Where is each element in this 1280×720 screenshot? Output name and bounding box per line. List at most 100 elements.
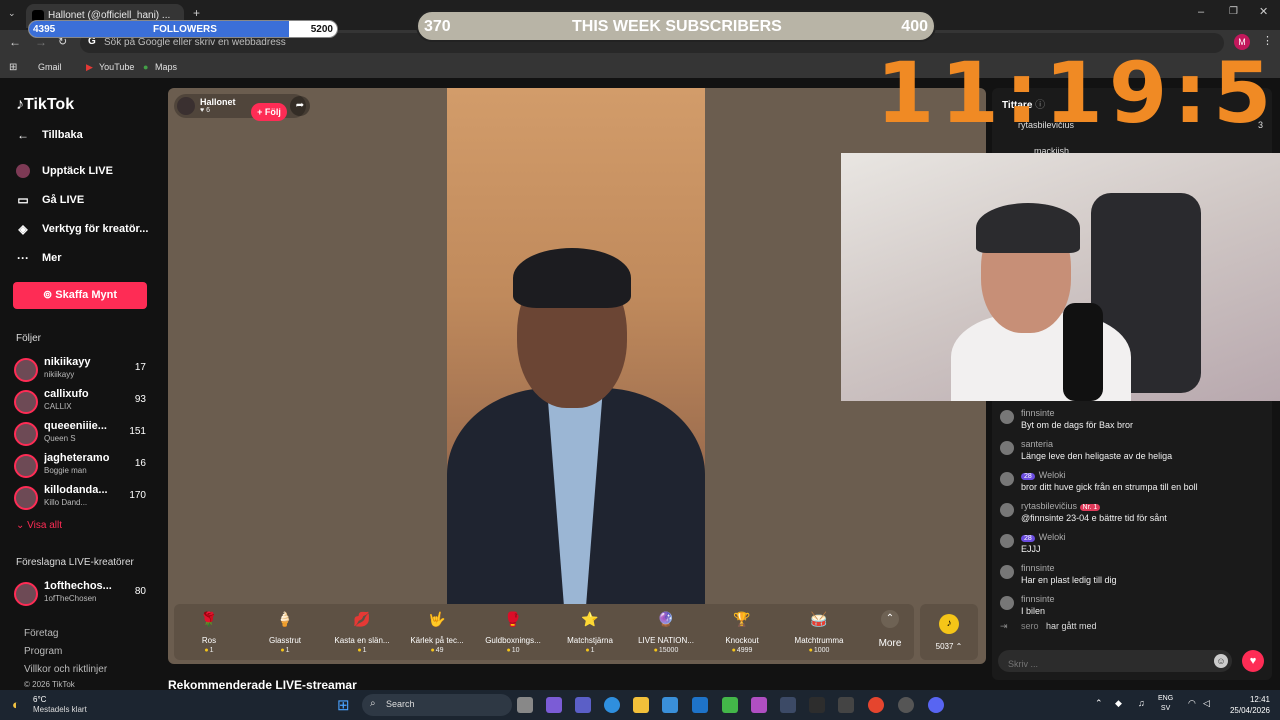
back-link[interactable]: ← Tillbaka	[16, 128, 83, 142]
coin-balance-button[interactable]: ♪ 5037 ⌃	[920, 604, 978, 660]
tiktok-coin-icon: ♪	[939, 614, 959, 634]
gift-item[interactable]: 🌹 Ros 1	[174, 608, 244, 660]
bookmark-maps[interactable]: Maps	[155, 62, 177, 72]
get-coins-button[interactable]: ⊚ Skaffa Mynt	[13, 282, 147, 309]
gift-price: 1	[555, 647, 625, 654]
webcam-overlay	[841, 153, 1280, 401]
heart-like-button[interactable]: ♥	[1242, 650, 1264, 672]
copilot-icon[interactable]	[546, 697, 562, 713]
chat-user: finnsinte	[1021, 563, 1055, 573]
close-window-button[interactable]: ✕	[1259, 5, 1268, 18]
suggested-name: 1ofthechos...	[44, 580, 112, 592]
vpn-icon[interactable]	[722, 697, 738, 713]
back-arrow-icon: ←	[17, 128, 29, 142]
avatar	[1000, 410, 1014, 424]
media-icon[interactable]	[838, 697, 854, 713]
youtube-icon: ▶	[86, 62, 93, 72]
gift-item[interactable]: 🤟 Kärlek på tec... 49	[402, 608, 472, 660]
chat-text: I bilen	[1021, 606, 1046, 616]
maximize-button[interactable]: ❐	[1229, 6, 1238, 17]
gift-item[interactable]: ⭐ Matchstjärna 1	[555, 608, 625, 660]
gift-price: 15000	[631, 647, 701, 654]
following-item[interactable]: callixufo CALLIX 93	[14, 388, 146, 416]
nav-more[interactable]: ··· Mer	[16, 251, 62, 265]
new-tab-button[interactable]: +	[193, 6, 200, 20]
tab-search-icon[interactable]: ⌄	[8, 8, 16, 19]
viewer-count: 16	[134, 458, 146, 469]
windows-start-icon[interactable]: ⊞	[337, 696, 350, 714]
tray-app-icon[interactable]: ◆	[1115, 698, 1122, 709]
lang-secondary: SV	[1160, 705, 1171, 712]
clock-tray[interactable]: 12:41 25/04/2026	[1222, 694, 1270, 716]
chat-text: @finnsinte 23-04 e bättre tid för sånt	[1021, 513, 1167, 523]
microphone-icon[interactable]: ♫	[1138, 698, 1145, 708]
viewer-count: 17	[134, 362, 146, 373]
footer-program[interactable]: Program	[24, 646, 62, 657]
edge-icon[interactable]	[604, 697, 620, 713]
language-indicator[interactable]: ENG SV	[1158, 694, 1173, 714]
gift-name: Knockout	[725, 636, 759, 645]
app-icon[interactable]	[780, 697, 796, 713]
gift-item[interactable]: 🏆 Knockout 4999	[707, 608, 777, 660]
weather-temp: 6°C	[33, 695, 47, 704]
subscribers-goal-bar: 370 THIS WEEK SUBSCRIBERS 400	[416, 10, 936, 42]
emoji-icon[interactable]: ☺	[1214, 654, 1228, 668]
chat-input[interactable]	[998, 650, 1232, 672]
stream-clock: 11:19:57	[876, 44, 1280, 142]
show-all-label: Visa allt	[27, 520, 63, 531]
video-camera-icon: ▭	[17, 193, 29, 207]
obs-icon[interactable]	[898, 697, 914, 713]
footer-company[interactable]: Företag	[24, 628, 58, 639]
nav-go-live[interactable]: ▭ Gå LIVE	[16, 193, 84, 207]
suggested-item[interactable]: 1ofthechos... 1ofTheChosen 80	[14, 580, 146, 608]
nav-discover-live[interactable]: Upptäck LIVE	[16, 164, 113, 178]
volume-icon[interactable]: ◁	[1203, 698, 1210, 709]
taskbar-search[interactable]: ⌕ Search	[362, 694, 512, 716]
gift-price: 1	[327, 647, 397, 654]
office-icon[interactable]	[751, 697, 767, 713]
following-item[interactable]: jagheteramo Boggie man 16	[14, 452, 146, 480]
host-avatar	[177, 97, 195, 115]
more-label: More	[878, 638, 902, 649]
bookmark-youtube[interactable]: YouTube	[99, 62, 134, 72]
more-gifts-button[interactable]: ⌃ More	[870, 610, 910, 649]
teams-icon[interactable]	[575, 697, 591, 713]
discord-icon[interactable]	[928, 697, 944, 713]
lightbulb-icon: ◈	[18, 222, 28, 236]
live-video[interactable]	[447, 88, 705, 604]
chat-user-wrap: rytasbilevičius Nr. 1	[1021, 501, 1104, 511]
outlook-icon[interactable]	[692, 697, 708, 713]
share-arrow-icon[interactable]: ➦	[290, 96, 310, 116]
task-view-icon[interactable]	[517, 697, 533, 713]
gift-item[interactable]: 💋 Kasta en slän... 1	[327, 608, 397, 660]
back-arrow-icon[interactable]: ←	[9, 35, 21, 49]
show-all-link[interactable]: ⌄ Visa allt	[16, 520, 62, 531]
following-item[interactable]: killodanda... Killo Dand... 170	[14, 484, 146, 512]
nav-creator-tools[interactable]: ◈ Verktyg för kreatör...	[16, 222, 148, 236]
gift-item[interactable]: 🍦 Glasstrut 1	[250, 608, 320, 660]
apps-grid-icon[interactable]: ⊞	[9, 62, 17, 73]
store-icon[interactable]	[662, 697, 678, 713]
wifi-icon[interactable]: ◠	[1188, 698, 1196, 709]
host-info[interactable]: Hallonet ♥ 6 + Följ	[174, 94, 306, 121]
follow-button[interactable]: + Följ	[251, 103, 287, 121]
chrome-icon[interactable]	[868, 697, 884, 713]
following-item[interactable]: queeeniiie... Queen S 151	[14, 420, 146, 448]
chat-text: bror ditt huve gick från en strumpa till…	[1021, 482, 1198, 492]
minimize-button[interactable]: –	[1198, 6, 1204, 18]
bookmark-gmail[interactable]: Gmail	[38, 62, 62, 72]
gift-item[interactable]: 🔮 LIVE NATION... 15000	[631, 608, 701, 660]
tiktok-logo[interactable]: ♪TikTok	[16, 96, 74, 114]
address-placeholder: Sök på Google eller skriv en webbadress	[104, 37, 286, 48]
gift-item[interactable]: 🥊 Guldboxnings... 10	[478, 608, 548, 660]
avatar	[1000, 503, 1014, 517]
terminal-icon[interactable]	[809, 697, 825, 713]
gift-item[interactable]: 🥁 Matchtrumma 1000	[784, 608, 854, 660]
footer-terms[interactable]: Villkor och riktlinjer	[24, 664, 107, 675]
nav-label: Mer	[42, 251, 62, 264]
avatar	[1000, 534, 1014, 548]
tray-chevron-icon[interactable]: ⌃	[1095, 698, 1103, 709]
following-item[interactable]: nikiikayy nikiikayy 17	[14, 356, 146, 384]
fan-level-badge: 28	[1021, 535, 1035, 542]
file-explorer-icon[interactable]	[633, 697, 649, 713]
